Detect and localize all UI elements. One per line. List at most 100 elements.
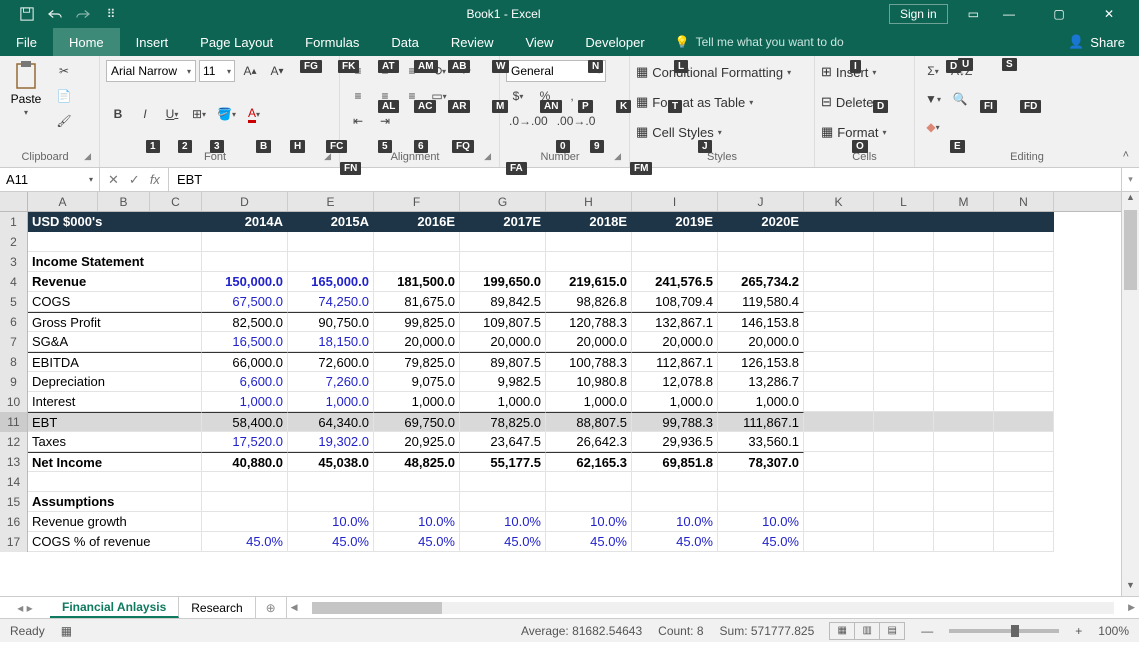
cell[interactable]: 111,867.1 [718, 412, 804, 432]
cell[interactable]: 12,078.8 [632, 372, 718, 392]
cell[interactable]: 112,867.1 [632, 352, 718, 372]
cell[interactable]: 45,038.0 [288, 452, 374, 472]
cell[interactable]: 45.0% [288, 532, 374, 552]
cell[interactable] [934, 452, 994, 472]
row-header[interactable]: 14 [0, 472, 28, 492]
cell[interactable] [874, 252, 934, 272]
cell[interactable] [874, 332, 934, 352]
cell[interactable] [934, 332, 994, 352]
font-size-combo[interactable]: 11▾ [199, 60, 235, 82]
sheet-nav[interactable]: ◂ ▸ [0, 597, 50, 618]
zoom-out-button[interactable]: — [921, 624, 933, 638]
cell[interactable]: 20,000.0 [460, 332, 546, 352]
cell[interactable]: COGS % of revenue [28, 532, 202, 552]
cell[interactable]: 20,000.0 [632, 332, 718, 352]
cell[interactable]: Income Statement [28, 252, 202, 272]
cell[interactable] [934, 352, 994, 372]
cell[interactable] [934, 492, 994, 512]
cell[interactable]: 2016E [374, 212, 460, 232]
cell[interactable] [934, 312, 994, 332]
cell[interactable] [934, 272, 994, 292]
cell[interactable] [804, 232, 874, 252]
row-header[interactable]: 9 [0, 372, 28, 392]
cell[interactable]: 10.0% [718, 512, 804, 532]
cell[interactable]: Depreciation [28, 372, 202, 392]
cell[interactable]: 18,150.0 [288, 332, 374, 352]
cell[interactable]: 10.0% [460, 512, 546, 532]
tell-me-input[interactable]: 💡Tell me what you want to do [661, 28, 1054, 56]
cell[interactable] [460, 232, 546, 252]
tab-page-layout[interactable]: Page Layout [184, 28, 289, 56]
view-page-layout-button[interactable]: ▥ [854, 622, 880, 640]
cell[interactable]: 69,851.8 [632, 452, 718, 472]
cell[interactable] [874, 272, 934, 292]
cell[interactable]: 79,825.0 [374, 352, 460, 372]
cell[interactable] [202, 232, 288, 252]
column-header[interactable]: L [874, 192, 934, 211]
qat-more-icon[interactable]: ⠿ [104, 7, 118, 21]
cell[interactable]: 45.0% [374, 532, 460, 552]
cell[interactable]: 2018E [546, 212, 632, 232]
zoom-level[interactable]: 100% [1098, 624, 1129, 638]
scroll-thumb[interactable] [1124, 210, 1137, 290]
cell[interactable] [874, 452, 934, 472]
inc-indent-button[interactable]: ⇥ [373, 110, 397, 132]
cell[interactable]: SG&A [28, 332, 202, 352]
cell[interactable]: 219,615.0 [546, 272, 632, 292]
cell[interactable]: 241,576.5 [632, 272, 718, 292]
cell[interactable] [632, 492, 718, 512]
column-header[interactable]: E [288, 192, 374, 211]
cell[interactable]: 1,000.0 [288, 392, 374, 412]
cell[interactable] [804, 352, 874, 372]
cell[interactable] [994, 272, 1054, 292]
name-box[interactable]: A11▾ [0, 168, 100, 191]
close-icon[interactable]: ✕ [1089, 7, 1129, 21]
cell[interactable]: 98,826.8 [546, 292, 632, 312]
cell[interactable]: 150,000.0 [202, 272, 288, 292]
dec-indent-button[interactable]: ⇤ [346, 110, 370, 132]
cell[interactable] [804, 532, 874, 552]
cell[interactable] [804, 392, 874, 412]
collapse-ribbon-icon[interactable]: ˄ [1123, 149, 1129, 161]
cell[interactable] [546, 472, 632, 492]
autosum-button[interactable]: Σ ▾ [921, 60, 945, 82]
cell[interactable]: 108,709.4 [632, 292, 718, 312]
font-name-combo[interactable]: Arial Narrow▾ [106, 60, 196, 82]
cell[interactable] [718, 232, 804, 252]
cell[interactable] [804, 212, 874, 232]
cell[interactable]: 66,000.0 [202, 352, 288, 372]
cell[interactable]: 78,825.0 [460, 412, 546, 432]
cell[interactable]: Gross Profit [28, 312, 202, 332]
cell[interactable] [994, 392, 1054, 412]
bold-button[interactable]: B [106, 103, 130, 125]
cell[interactable]: 2019E [632, 212, 718, 232]
cell[interactable]: Revenue growth [28, 512, 202, 532]
fill-color-button[interactable]: 🪣▾ [214, 103, 239, 125]
cell[interactable] [288, 252, 374, 272]
cell[interactable]: 1,000.0 [546, 392, 632, 412]
row-header[interactable]: 15 [0, 492, 28, 512]
cell[interactable] [994, 512, 1054, 532]
shrink-font-button[interactable]: A▾ [265, 60, 289, 82]
cell[interactable]: 33,560.1 [718, 432, 804, 452]
tab-view[interactable]: View [509, 28, 569, 56]
cell[interactable] [804, 292, 874, 312]
cell[interactable]: 1,000.0 [460, 392, 546, 412]
cell[interactable]: Net Income [28, 452, 202, 472]
column-header[interactable]: M [934, 192, 994, 211]
cell[interactable]: COGS [28, 292, 202, 312]
cell[interactable]: 2020E [718, 212, 804, 232]
row-header[interactable]: 5 [0, 292, 28, 312]
vertical-scrollbar[interactable]: ▲ ▼ [1121, 192, 1139, 596]
cell[interactable] [28, 472, 202, 492]
horizontal-scrollbar[interactable]: ◀ ▶ [286, 597, 1139, 618]
scroll-left-icon[interactable]: ◀ [291, 602, 298, 613]
cell[interactable]: 181,500.0 [374, 272, 460, 292]
italic-button[interactable]: I [133, 103, 157, 125]
dec-decimal-button[interactable]: .00→.0 [554, 110, 599, 132]
cell[interactable] [934, 472, 994, 492]
cell[interactable] [874, 312, 934, 332]
cancel-formula-icon[interactable]: ✕ [108, 172, 119, 188]
share-button[interactable]: 👤Share [1054, 28, 1139, 56]
row-header[interactable]: 7 [0, 332, 28, 352]
